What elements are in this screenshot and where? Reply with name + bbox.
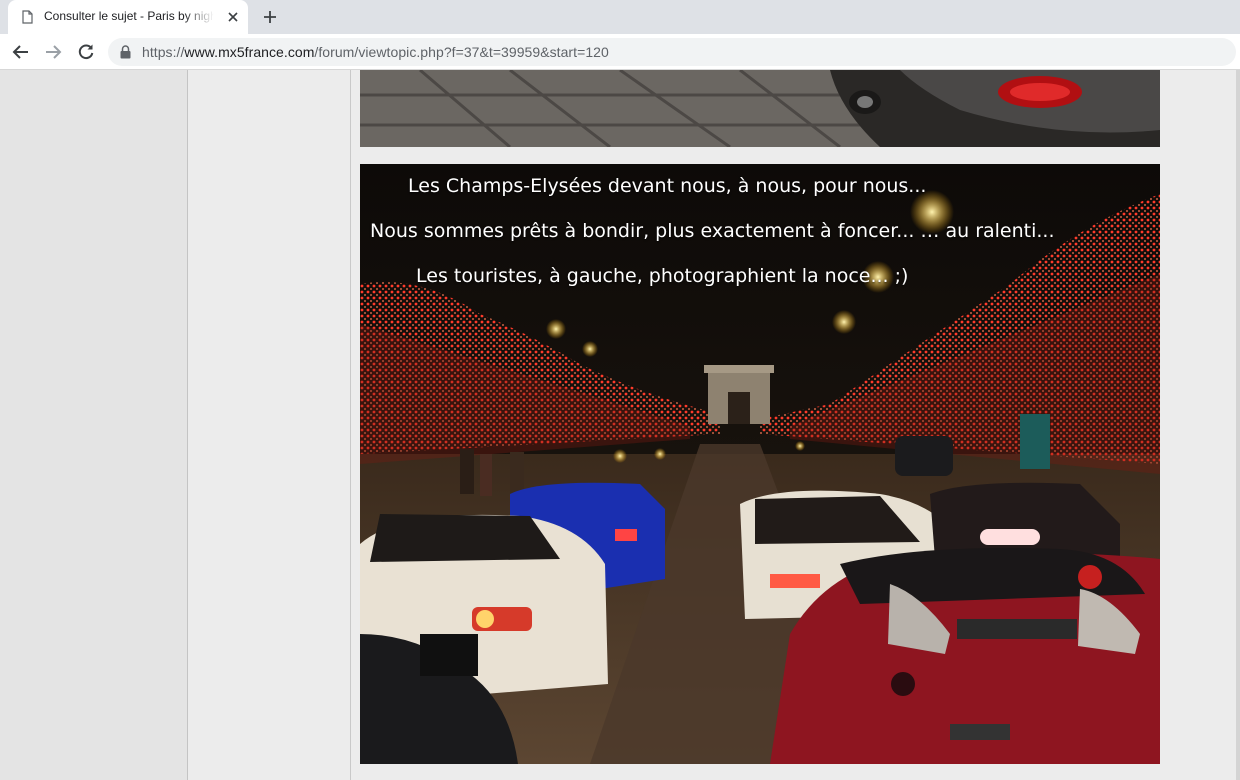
url-path: /forum/viewtopic.php?f=37&t=39959&start=… — [314, 44, 609, 60]
url-text[interactable]: https://www.mx5france.com/forum/viewtopi… — [142, 44, 609, 60]
image-caption-line-1: Les Champs-Elysées devant nous, à nous, … — [408, 175, 927, 197]
url-scheme: https:// — [142, 44, 185, 60]
image-caption-line-3: Les touristes, à gauche, photographient … — [416, 265, 909, 287]
address-bar[interactable]: https://www.mx5france.com/forum/viewtopi… — [108, 38, 1236, 66]
image-caption-line-2: Nous sommes prêts à bondir, plus exactem… — [370, 220, 1055, 242]
lock-icon[interactable] — [120, 45, 131, 59]
document-icon — [22, 10, 33, 24]
back-arrow-icon[interactable] — [12, 43, 30, 61]
tab-strip: Consulter le sujet - Paris by night — [0, 0, 1240, 34]
post-image-previous[interactable] — [360, 70, 1160, 147]
forward-arrow-icon[interactable] — [44, 43, 62, 61]
post-image-champs-elysees[interactable]: Les Champs-Elysées devant nous, à nous, … — [360, 164, 1160, 764]
new-tab-icon[interactable] — [262, 9, 278, 25]
browser-tab[interactable]: Consulter le sujet - Paris by night — [8, 0, 248, 34]
url-host: www.mx5france.com — [184, 44, 315, 60]
close-icon[interactable] — [226, 10, 240, 24]
reload-icon[interactable] — [77, 43, 95, 61]
left-margin-column — [0, 70, 188, 780]
post-author-column — [188, 70, 351, 780]
scrollbar-track[interactable] — [1236, 70, 1240, 780]
browser-toolbar: https://www.mx5france.com/forum/viewtopi… — [0, 34, 1240, 70]
tab-title: Consulter le sujet - Paris by night — [44, 9, 214, 23]
